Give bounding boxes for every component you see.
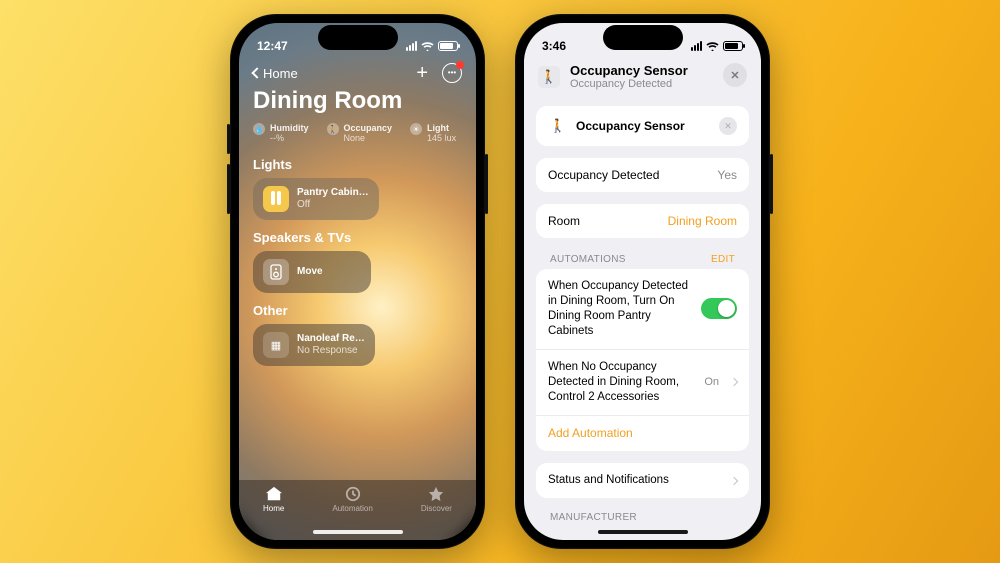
edit-automations-button[interactable]: EDIT: [711, 254, 735, 265]
automations-heading: AUTOMATIONS: [550, 254, 626, 265]
section-speakers: Speakers & TVs Move: [239, 226, 476, 299]
battery-icon: [723, 41, 743, 51]
detected-label: Occupancy Detected: [548, 168, 659, 182]
sheet-header: 🚶 Occupancy Sensor Occupancy Detected: [524, 59, 761, 100]
tile-name: Nanoleaf Re…: [297, 333, 365, 346]
add-button[interactable]: +: [416, 63, 428, 83]
humidity-icon: 💧: [253, 123, 265, 135]
stage: 12:47 Home + Dining Room: [0, 0, 1000, 563]
status-notifications-label: Status and Notifications: [548, 473, 721, 488]
detected-value: Yes: [717, 168, 737, 182]
section-lights: Lights Pantry Cabin… Off: [239, 153, 476, 226]
dynamic-island: [603, 25, 683, 50]
home-indicator[interactable]: [313, 530, 403, 534]
status-notifications-list: Status and Notifications: [536, 463, 749, 498]
add-automation-label: Add Automation: [548, 426, 633, 442]
device-icon: ▦: [263, 332, 289, 358]
page-title: Dining Room: [239, 85, 476, 123]
metric-light[interactable]: ☀ Light145 lux: [410, 123, 456, 143]
occupancy-icon: 🚶: [538, 66, 560, 88]
status-time: 12:47: [257, 39, 288, 53]
metrics-row: 💧 Humidity--% 🚶 OccupancyNone ☀ Light145…: [239, 123, 476, 153]
sensor-name: Occupancy Sensor: [576, 119, 685, 133]
phone-right: 3:46 🚶 Occupancy Sensor Occupancy Detect…: [515, 14, 770, 549]
automation-row[interactable]: When Occupancy Detected in Dining Room, …: [536, 269, 749, 349]
occupancy-icon: 🚶: [548, 116, 568, 136]
chevron-left-icon: [251, 67, 262, 78]
tile-status: Off: [297, 199, 310, 210]
tab-automation[interactable]: Automation: [332, 486, 372, 513]
automation-toggle[interactable]: [701, 298, 737, 319]
occupancy-icon: 🚶: [327, 123, 339, 135]
chevron-right-icon: [730, 476, 738, 484]
sheet-body[interactable]: 🚶 Occupancy Sensor Occupancy Detected Yes…: [524, 100, 761, 540]
home-icon: [265, 486, 283, 502]
automations-list: When Occupancy Detected in Dining Room, …: [536, 269, 749, 451]
phone-left: 12:47 Home + Dining Room: [230, 14, 485, 549]
clear-name-button[interactable]: [719, 117, 737, 135]
manufacturer-heading: MANUFACTURER: [536, 510, 749, 523]
screen-home-app: 12:47 Home + Dining Room: [239, 23, 476, 540]
discover-icon: [427, 486, 445, 502]
lightbulb-icon: [263, 186, 289, 212]
battery-icon: [438, 41, 458, 51]
cellular-icon: [691, 41, 702, 51]
chevron-right-icon: [730, 378, 738, 386]
status-time: 3:46: [542, 39, 566, 53]
home-indicator[interactable]: [598, 530, 688, 534]
automation-icon: [344, 486, 362, 502]
tile-status: No Response: [297, 345, 358, 356]
sensor-name-row[interactable]: 🚶 Occupancy Sensor: [536, 106, 749, 146]
automation-value: On: [704, 375, 719, 389]
nav-bar: Home +: [239, 59, 476, 85]
automation-row[interactable]: When No Occupancy Detected in Dining Roo…: [536, 349, 749, 415]
tile-pantry-cabinets[interactable]: Pantry Cabin… Off: [253, 178, 379, 220]
automation-text: When Occupancy Detected in Dining Room, …: [548, 279, 691, 339]
wifi-icon: [421, 41, 434, 51]
tile-move-speaker[interactable]: Move: [253, 251, 371, 293]
speaker-icon: [263, 259, 289, 285]
room-value: Dining Room: [668, 214, 737, 228]
add-automation-row[interactable]: Add Automation: [536, 415, 749, 452]
more-button[interactable]: [442, 63, 462, 83]
tile-name: Pantry Cabin…: [297, 187, 369, 200]
back-button[interactable]: Home: [253, 66, 298, 81]
tab-home[interactable]: Home: [263, 486, 284, 513]
status-notifications-row[interactable]: Status and Notifications: [536, 463, 749, 498]
back-label: Home: [263, 66, 298, 81]
metric-humidity[interactable]: 💧 Humidity--%: [253, 123, 309, 143]
sheet-subtitle: Occupancy Detected: [570, 78, 688, 90]
sheet-title: Occupancy Sensor: [570, 63, 688, 78]
cellular-icon: [406, 41, 417, 51]
section-heading: Lights: [253, 157, 462, 172]
automation-text: When No Occupancy Detected in Dining Roo…: [548, 360, 694, 405]
automations-section-header: AUTOMATIONS EDIT: [536, 250, 749, 269]
close-button[interactable]: [723, 63, 747, 87]
tab-discover[interactable]: Discover: [421, 486, 452, 513]
light-icon: ☀: [410, 123, 422, 135]
section-heading: Speakers & TVs: [253, 230, 462, 245]
detected-row: Occupancy Detected Yes: [536, 158, 749, 192]
metric-occupancy[interactable]: 🚶 OccupancyNone: [327, 123, 393, 143]
notification-badge: [456, 61, 464, 69]
wifi-icon: [706, 41, 719, 51]
dynamic-island: [318, 25, 398, 50]
section-heading: Other: [253, 303, 462, 318]
screen-sensor-settings: 3:46 🚶 Occupancy Sensor Occupancy Detect…: [524, 23, 761, 540]
tile-nanoleaf[interactable]: ▦ Nanoleaf Re… No Response: [253, 324, 375, 366]
section-other: Other ▦ Nanoleaf Re… No Response: [239, 299, 476, 372]
tile-name: Move: [297, 266, 323, 279]
room-row[interactable]: Room Dining Room: [536, 204, 749, 238]
room-label: Room: [548, 214, 580, 228]
